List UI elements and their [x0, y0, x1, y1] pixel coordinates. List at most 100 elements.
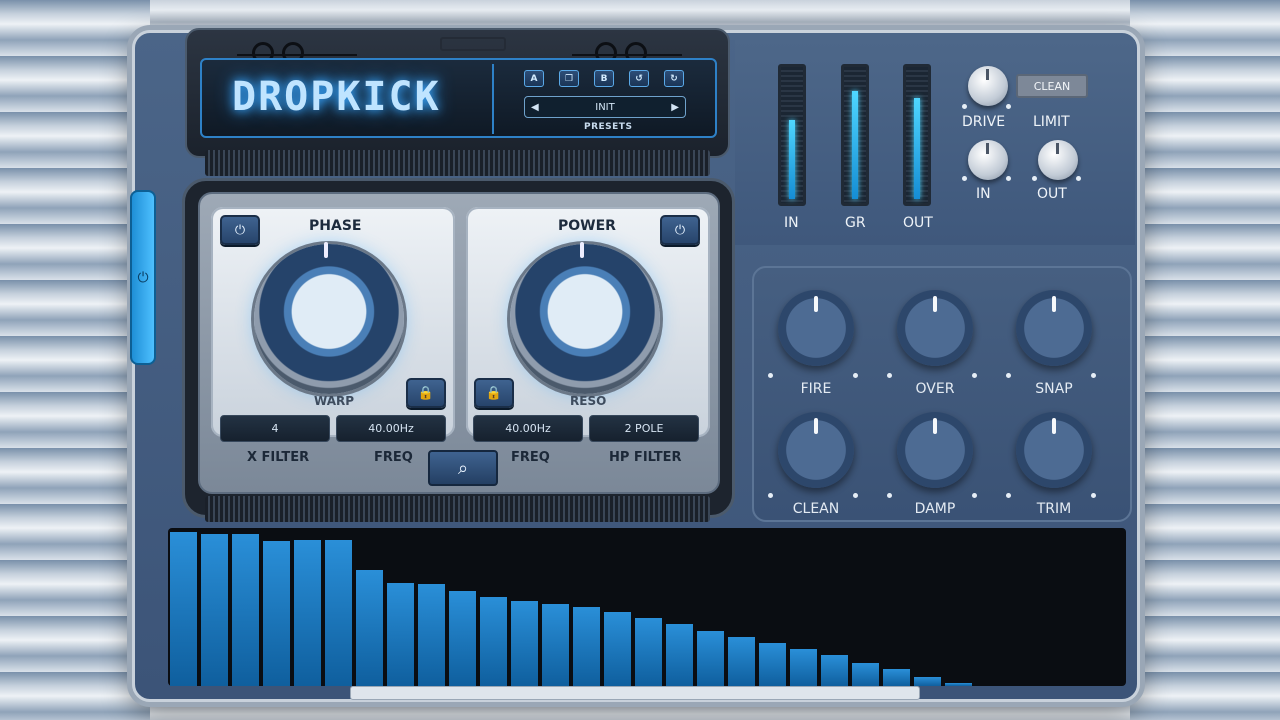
- brand-logo-icon: [440, 37, 506, 51]
- dot: [1091, 373, 1096, 378]
- spectrum-bar: [666, 624, 694, 686]
- reso-label: RESO: [570, 394, 607, 408]
- spectrum-bar: [542, 604, 570, 686]
- spectrum-bar: [883, 669, 911, 686]
- meter-out-label: OUT: [903, 215, 933, 231]
- lock-icon: 🔒: [417, 385, 435, 401]
- spectrum-display: [168, 528, 1126, 686]
- preset-selector[interactable]: ◀ INIT ▶: [524, 96, 686, 118]
- redo-button[interactable]: ↻: [664, 70, 684, 87]
- dot: [972, 493, 977, 498]
- clean-knob[interactable]: [778, 412, 854, 488]
- meter-in-label: IN: [784, 215, 799, 231]
- left-freq-label: FREQ: [374, 450, 413, 465]
- phase-title: PHASE: [309, 218, 362, 234]
- meter-out: [903, 64, 931, 206]
- over-label: OVER: [915, 381, 955, 397]
- snap-label: SNAP: [1035, 381, 1073, 397]
- spectrum-bar: [480, 597, 508, 686]
- plugin-title: DROPKICK: [232, 74, 441, 120]
- dot: [1006, 493, 1011, 498]
- preset-copy-button[interactable]: ❐: [559, 70, 579, 87]
- search-button[interactable]: ⌕: [428, 450, 498, 486]
- damp-label: DAMP: [914, 501, 956, 517]
- spectrum-bar: [573, 607, 601, 686]
- damp-knob[interactable]: [897, 412, 973, 488]
- warp-lock-button[interactable]: 🔒: [406, 378, 446, 408]
- preset-a-button[interactable]: A: [524, 70, 544, 87]
- meter-fill: [789, 120, 795, 199]
- clean-label: CLEAN: [792, 501, 840, 517]
- dot: [1006, 104, 1011, 109]
- spectrum-bar: [232, 534, 260, 686]
- trim-knob[interactable]: [1016, 412, 1092, 488]
- preset-b-button[interactable]: B: [594, 70, 614, 87]
- hp-filter-field[interactable]: 2 POLE: [589, 415, 699, 442]
- power-title: POWER: [558, 218, 616, 234]
- dot: [962, 104, 967, 109]
- spectrum-bar: [170, 532, 198, 686]
- phase-power-button[interactable]: ⏻: [220, 215, 260, 245]
- side-power-tab[interactable]: ⏻: [130, 190, 156, 365]
- drive-label: DRIVE: [962, 114, 1006, 130]
- bottom-strip: [350, 686, 920, 700]
- spectrum-bar: [325, 540, 353, 686]
- x-filter-label: X FILTER: [247, 450, 310, 465]
- spectrum-bar: [852, 663, 880, 686]
- power-icon: ⏻: [137, 269, 149, 286]
- meter-gr: [841, 64, 869, 206]
- dot: [887, 373, 892, 378]
- dot: [972, 373, 977, 378]
- spectrum-bar: [945, 683, 973, 686]
- spectrum-bar: [449, 591, 477, 686]
- dot: [768, 493, 773, 498]
- out-knob[interactable]: [1038, 140, 1078, 180]
- in-knob[interactable]: [968, 140, 1008, 180]
- presets-label: PRESETS: [584, 122, 633, 132]
- dot: [1032, 176, 1037, 181]
- reso-lock-button[interactable]: 🔒: [474, 378, 514, 408]
- meter-in: [778, 64, 806, 206]
- background-right: [1130, 0, 1280, 720]
- spectrum-bar: [356, 570, 384, 686]
- undo-button[interactable]: ↺: [629, 70, 649, 87]
- right-freq-label: FREQ: [511, 450, 550, 465]
- warp-label: WARP: [314, 394, 355, 408]
- phase-knob[interactable]: [254, 242, 404, 394]
- preset-prev-icon[interactable]: ◀: [531, 102, 539, 113]
- drive-knob[interactable]: [968, 66, 1008, 106]
- dot: [1006, 176, 1011, 181]
- spectrum-bar: [604, 612, 632, 686]
- trim-label: TRIM: [1036, 501, 1072, 517]
- dot: [1091, 493, 1096, 498]
- left-freq-field[interactable]: 40.00Hz: [336, 415, 446, 442]
- limit-label: LIMIT: [1033, 114, 1070, 130]
- spectrum-bar: [759, 643, 787, 686]
- power-knob[interactable]: [510, 242, 660, 394]
- right-freq-field[interactable]: 40.00Hz: [473, 415, 583, 442]
- dot: [962, 176, 967, 181]
- search-icon: ⌕: [457, 457, 469, 479]
- divider: [492, 64, 494, 134]
- spectrum-bar: [635, 618, 663, 686]
- binder-spine: [572, 54, 682, 56]
- fire-label: FIRE: [800, 381, 832, 397]
- spectrum-bar: [263, 541, 291, 686]
- over-knob[interactable]: [897, 290, 973, 366]
- copy-icon: ❐: [564, 73, 574, 84]
- clean-mode-button[interactable]: CLEAN: [1016, 74, 1088, 98]
- in-label: IN: [976, 186, 991, 202]
- meter-fill: [852, 91, 858, 199]
- redo-icon: ↻: [670, 73, 678, 84]
- spectrum-bar: [821, 655, 849, 686]
- snap-knob[interactable]: [1016, 290, 1092, 366]
- preset-next-icon[interactable]: ▶: [671, 102, 679, 113]
- power-icon: ⏻: [674, 222, 686, 238]
- power-icon: ⏻: [234, 222, 246, 238]
- x-filter-field[interactable]: 4: [220, 415, 330, 442]
- power-power-button[interactable]: ⏻: [660, 215, 700, 245]
- fire-knob[interactable]: [778, 290, 854, 366]
- out-label: OUT: [1037, 186, 1067, 202]
- dot: [768, 373, 773, 378]
- preset-name: INIT: [595, 101, 615, 113]
